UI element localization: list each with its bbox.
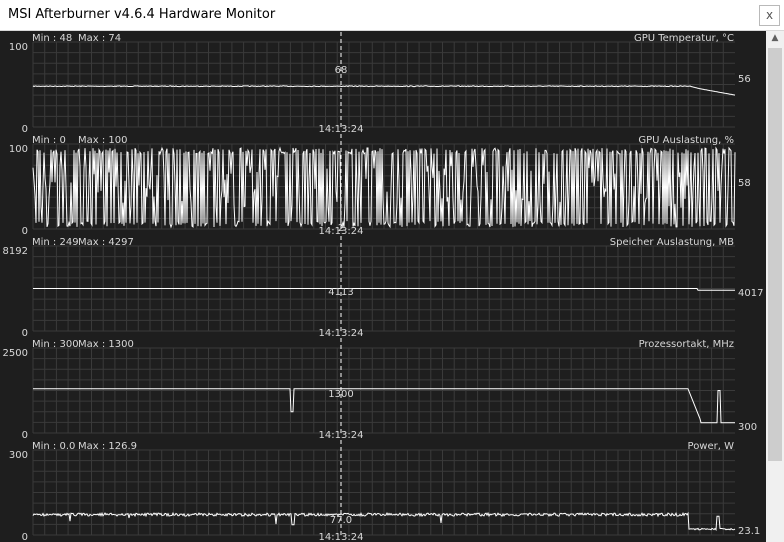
current-value: 4017	[738, 288, 763, 299]
graph-title: GPU Temperatur, °C	[634, 33, 734, 44]
y-axis-min: 0	[22, 226, 28, 237]
max-label: Max : 4297	[78, 237, 134, 248]
y-axis-max: 2500	[3, 348, 28, 359]
graph-panel	[32, 134, 736, 231]
scroll-thumb[interactable]	[768, 48, 782, 461]
graph-panel	[32, 440, 736, 537]
max-label: Max : 74	[78, 33, 121, 44]
cursor-value: 4113	[328, 287, 353, 298]
graph-panel	[32, 32, 736, 129]
graph-title: Speicher Auslastung, MB	[610, 237, 734, 248]
cursor-time-label: 14:13:24	[319, 532, 364, 542]
close-icon: x	[765, 8, 774, 22]
min-label: Min : 249	[32, 237, 79, 248]
cursor-time-label: 14:13:24	[319, 430, 364, 441]
title-bar[interactable]: MSI Afterburner v4.6.4 Hardware Monitor …	[0, 0, 784, 31]
current-value: 300	[738, 422, 757, 433]
y-axis-min: 0	[22, 430, 28, 441]
max-label: Max : 1300	[78, 339, 134, 350]
graph-panel	[32, 236, 735, 333]
cursor-value: 2	[338, 223, 344, 234]
graph-panel	[32, 338, 735, 435]
y-axis-min: 0	[22, 532, 28, 542]
cursor-value: 1300	[328, 389, 353, 400]
graph-title: GPU Auslastung, %	[638, 135, 734, 146]
monitor-graphs[interactable]: Min : 48 Max : 74 GPU Temperatur, °C 100 0 14…	[0, 31, 766, 542]
max-label: Max : 126.9	[78, 441, 137, 452]
current-value: 23.1	[738, 526, 760, 537]
scroll-up-arrow-icon: ▲	[771, 33, 779, 43]
cursor-time-label: 14:13:24	[319, 124, 364, 135]
y-axis-max: 300	[9, 450, 28, 461]
min-label: Min : 0	[32, 135, 66, 146]
cursor-time-label: 14:13:24	[319, 328, 364, 339]
graph-title: Power, W	[688, 441, 735, 452]
y-axis-max: 8192	[3, 246, 28, 257]
y-axis-min: 0	[22, 328, 28, 339]
graphs-area: Min : 48 Max : 74 GPU Temperatur, °C 100 0 14…	[0, 31, 766, 542]
y-axis-max: 100	[9, 42, 28, 53]
close-button[interactable]: x	[759, 5, 780, 26]
hardware-monitor-window: MSI Afterburner v4.6.4 Hardware Monitor …	[0, 0, 784, 542]
y-axis-min: 0	[22, 124, 28, 135]
min-label: Min : 300	[32, 339, 79, 350]
max-label: Max : 100	[78, 135, 128, 146]
vertical-scrollbar[interactable]: ▲	[766, 31, 784, 542]
min-label: Min : 0.0	[32, 441, 75, 452]
cursor-value: 77.0	[330, 515, 352, 526]
graph-title: Prozessortakt, MHz	[639, 339, 734, 350]
y-axis-max: 100	[9, 144, 28, 155]
cursor-value: 68	[335, 65, 348, 76]
current-value: 58	[738, 178, 751, 189]
current-value: 56	[738, 74, 751, 85]
scroll-up-button[interactable]: ▲	[766, 31, 784, 48]
min-label: Min : 48	[32, 33, 72, 44]
window-title: MSI Afterburner v4.6.4 Hardware Monitor	[8, 7, 276, 22]
